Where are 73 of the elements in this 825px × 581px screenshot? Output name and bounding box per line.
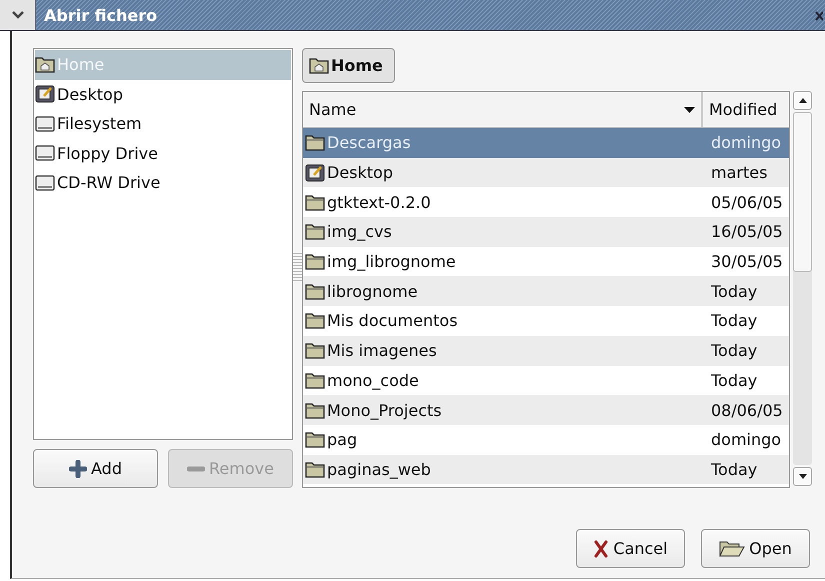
modified-date: 16/05/05 (710, 221, 784, 244)
file-row[interactable]: paginas_web Today (303, 454, 789, 484)
folder-icon (305, 312, 325, 330)
desktop-icon (35, 85, 55, 104)
modified-date: Today (710, 370, 758, 392)
plus-icon (69, 460, 87, 478)
modified-date: Today (710, 310, 758, 332)
add-button[interactable]: Add (33, 449, 158, 488)
file-name: Descargas (327, 133, 411, 152)
folder-icon (305, 134, 325, 152)
folder-icon (305, 223, 325, 240)
sort-arrow-icon (684, 106, 695, 112)
folder-icon (305, 253, 325, 270)
cancel-button[interactable]: Cancel (576, 529, 685, 568)
place-item[interactable]: Floppy Drive (35, 138, 291, 168)
folder-icon (305, 402, 325, 419)
path-button[interactable]: Home (302, 48, 395, 83)
modified-date: 08/06/05 (710, 400, 784, 422)
modified-date: Today (710, 340, 758, 362)
column-header[interactable]: Modified (703, 92, 789, 127)
folder-icon (305, 460, 325, 478)
arrow-up-icon (798, 98, 806, 103)
place-item[interactable]: CD-RW Drive (35, 168, 291, 198)
file-name: img_librognome (327, 252, 456, 272)
home-folder-icon (309, 57, 329, 74)
scroll-up-button[interactable] (793, 91, 812, 110)
scroll-thumb[interactable] (793, 112, 812, 272)
modified-date: 05/06/05 (710, 192, 784, 214)
modified-date: 30/05/05 (710, 251, 784, 274)
file-name: img_cvs (327, 222, 392, 242)
file-row[interactable]: img_cvs 16/05/05 (303, 217, 789, 247)
modified-date: Today (710, 280, 758, 303)
cross-icon (593, 540, 610, 558)
folder-icon (305, 282, 325, 300)
file-name: librognome (327, 282, 418, 301)
drive-icon (35, 145, 55, 162)
modified-date: martes (710, 162, 768, 184)
home-folder-icon (35, 56, 55, 74)
chevron-down-icon (10, 10, 24, 20)
window-title: Abrir fichero (44, 6, 158, 24)
drive-icon (35, 116, 55, 132)
folder-icon (305, 372, 325, 389)
file-name: mono_code (327, 370, 419, 390)
file-name: Mis documentos (327, 311, 458, 330)
open-folder-icon (719, 540, 746, 558)
close-icon[interactable] (815, 9, 823, 21)
modified-date: Today (710, 458, 758, 481)
file-name: pag (327, 430, 358, 450)
place-item[interactable]: Filesystem (35, 109, 291, 138)
open-button[interactable]: Open (701, 529, 810, 568)
file-row[interactable]: Mono_Projects 08/06/05 (303, 395, 789, 425)
file-name: Mono_Projects (327, 400, 442, 420)
window-menu-button[interactable] (0, 0, 36, 30)
file-name: paginas_web (327, 460, 431, 479)
folder-icon (305, 194, 325, 211)
pane-grip-icon[interactable] (293, 253, 302, 281)
file-name: gtktext-0.2.0 (327, 192, 431, 212)
scrollbar[interactable] (793, 91, 812, 486)
file-name: Mis imagenes (327, 341, 437, 360)
modified-date: domingo (710, 429, 782, 452)
drive-icon (35, 174, 55, 191)
file-row[interactable]: librognome Today (303, 276, 789, 306)
place-item[interactable]: Desktop (35, 80, 291, 109)
folder-icon (305, 342, 325, 360)
file-row[interactable]: Mis imagenes Today (303, 336, 789, 366)
minus-icon (187, 464, 206, 472)
file-name: Desktop (327, 163, 393, 182)
modified-date: domingo (710, 132, 782, 154)
folder-icon (305, 431, 325, 448)
arrow-down-icon (798, 474, 806, 479)
scroll-down-button[interactable] (793, 467, 812, 486)
file-row[interactable]: Desktop martes (303, 158, 789, 188)
desktop-icon (305, 164, 325, 182)
